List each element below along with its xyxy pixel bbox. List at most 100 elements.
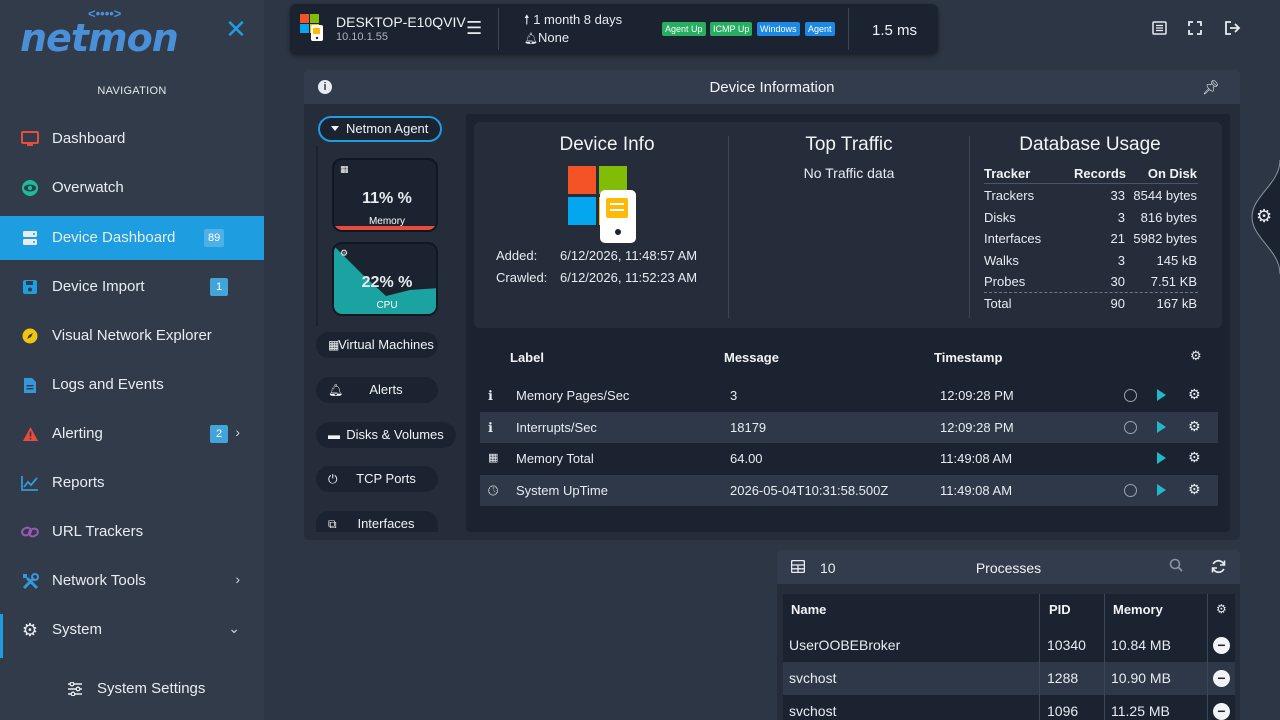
table-settings-icon[interactable]: ⚙ (1190, 348, 1202, 364)
search-icon[interactable] (1169, 558, 1183, 575)
process-name: svchost (789, 703, 837, 719)
db-tracker-name: Trackers (984, 188, 1035, 203)
sidebar-item-reports[interactable]: Reports (0, 461, 264, 505)
alerts-value: None (537, 30, 570, 45)
table-row[interactable]: ℹ Memory Pages/Sec 3 12:09:28 PM ⚙ (480, 380, 1218, 411)
info-icon: ℹ (488, 388, 493, 403)
play-icon[interactable] (1157, 389, 1166, 401)
play-icon[interactable] (1157, 420, 1166, 433)
probe-message: 3 (730, 388, 738, 403)
table-row[interactable]: 🕓︎ System UpTime 2026-05-04T10:31:58.500Z 1… (480, 475, 1218, 507)
table-row[interactable]: UserOOBEBroker 10340 10.84 MB − (783, 629, 1235, 662)
tools-icon (20, 571, 40, 591)
sidebar-item-overwatch[interactable]: Overwatch (0, 166, 264, 210)
db-disk-size: 7.51 KB (1150, 274, 1197, 290)
divider (498, 8, 499, 50)
table-row[interactable]: svchost 1288 10.90 MB − (783, 662, 1235, 695)
monitor-icon (20, 129, 40, 149)
logout-icon[interactable] (1224, 21, 1242, 39)
link-icon (20, 522, 40, 542)
sidebar-item-visual-network-explorer[interactable]: Visual Network Explorer (0, 314, 264, 358)
proc-header-memory[interactable]: Memory (1113, 602, 1163, 617)
play-icon[interactable] (1157, 484, 1166, 497)
panel-header: i Device Information 📌︎ (304, 70, 1240, 104)
refresh-icon[interactable] (1211, 559, 1226, 579)
row-settings-icon[interactable]: ⚙ (1188, 449, 1201, 466)
sidebar-item-device-dashboard[interactable]: Device Dashboard 89 (0, 216, 264, 260)
table-row[interactable]: ▦ Memory Total 64.00 11:49:08 AM ⚙ (480, 443, 1218, 474)
kill-process-icon[interactable]: − (1213, 670, 1230, 687)
sidebar-item-logs-and-events[interactable]: Logs and Events (0, 363, 264, 407)
column-divider (1104, 594, 1105, 720)
chevron-right-icon: › (235, 424, 240, 440)
menu-label: Disks & Volumes (346, 427, 444, 442)
windows-logo-icon (568, 166, 638, 249)
navigation-heading: NAVIGATION (97, 85, 167, 97)
fullscreen-icon[interactable] (1186, 21, 1204, 39)
pin-icon[interactable]: 📌︎ (1202, 79, 1220, 96)
process-name: UserOOBEBroker (789, 637, 901, 653)
process-name: svchost (789, 670, 837, 686)
menu-icon[interactable]: ☰ (466, 18, 482, 39)
netmon-logo[interactable]: <••••> netmon (20, 6, 179, 60)
logo-text: netmon (20, 16, 179, 60)
table-row[interactable]: svchost 1096 11.25 MB − (783, 695, 1235, 720)
table-row[interactable]: ℹ Interrupts/Sec 18179 12:09:28 PM ⚙ (480, 411, 1218, 443)
proc-settings-icon[interactable]: ⚙ (1216, 602, 1227, 616)
device-ip: 10.10.1.55 (336, 31, 388, 43)
sidebar-item-device-import[interactable]: Device Import 1 (0, 265, 264, 309)
proc-header-name[interactable]: Name (791, 602, 826, 617)
settings-drawer-tab[interactable]: ⚙ (1250, 159, 1280, 275)
db-tracker-name: Walks (984, 252, 1019, 268)
db-disk-size: 8544 bytes (1133, 188, 1197, 203)
menu-interfaces[interactable]: ⧉ Interfaces (316, 511, 438, 532)
play-icon[interactable] (1157, 452, 1166, 465)
divider (728, 136, 729, 318)
probe-timestamp: 11:49:08 AM (940, 451, 1013, 467)
device-header-bar: DESKTOP-E10QVIV 10.10.1.55 ☰ 🠕 1 month 8… (290, 4, 938, 54)
kill-process-icon[interactable]: − (1213, 637, 1230, 654)
processes-header: 10 Processes (777, 550, 1240, 584)
probe-timestamp: 12:09:28 PM (940, 388, 1014, 403)
divider (848, 8, 849, 50)
process-pid: 1096 (1047, 703, 1079, 719)
menu-virtual-machines[interactable]: ▦ Virtual Machines (316, 332, 438, 358)
db-disk-size: 145 kB (1156, 252, 1197, 268)
sidebar-item-label: Logs and Events (52, 376, 164, 393)
proc-header-pid[interactable]: PID (1049, 602, 1071, 617)
netmon-agent-toggle[interactable]: Netmon Agent (318, 116, 442, 142)
row-settings-icon[interactable]: ⚙ (1188, 481, 1201, 498)
disk-icon: ▬ (328, 428, 340, 442)
db-tracker-name: Disks (984, 209, 1016, 225)
menu-label: TCP Ports (356, 471, 416, 486)
compass-icon (20, 326, 40, 346)
close-sidebar-icon[interactable]: ✕ (222, 14, 250, 44)
menu-alerts[interactable]: 🔔︎ Alerts (316, 377, 438, 403)
menu-tcp-ports[interactable]: ⏻ TCP Ports (316, 466, 438, 492)
sidebar-item-dashboard[interactable]: Dashboard (0, 117, 264, 161)
bell-icon: 🔔︎ (328, 383, 344, 397)
kill-process-icon[interactable]: − (1213, 703, 1230, 720)
device-summary-card: Device Info Added: 6/12/2026, 11:48:57 A… (474, 122, 1222, 328)
row-settings-icon[interactable]: ⚙ (1188, 418, 1201, 435)
sidebar-item-label: URL Trackers (52, 523, 144, 540)
probe-timestamp: 11:49:08 AM (940, 483, 1013, 499)
eye-icon (20, 178, 40, 198)
sidebar-item-alerting[interactable]: Alerting 2 › (0, 412, 264, 456)
db-record-count: 3 (1117, 209, 1125, 225)
menu-disks-volumes[interactable]: ▬ Disks & Volumes (316, 422, 456, 448)
sidebar-item-url-trackers[interactable]: URL Trackers (0, 510, 264, 554)
sidebar-item-network-tools[interactable]: Network Tools › (0, 559, 264, 603)
memory-caption: Memory (368, 216, 406, 227)
info-icon: ℹ (488, 419, 493, 435)
row-settings-icon[interactable]: ⚙ (1188, 386, 1201, 403)
db-tracker-name: Probes (984, 274, 1026, 290)
ping-latency: 1.5 ms (872, 22, 918, 39)
top-traffic-title: Top Traffic (805, 134, 893, 155)
sidebar-item-system[interactable]: ⚙ System ⌄ (0, 608, 264, 652)
sidebar-item-system-settings[interactable]: System Settings (0, 667, 264, 711)
chevron-right-icon: › (235, 571, 240, 587)
list-view-icon[interactable] (1150, 21, 1168, 39)
chart-line-icon (20, 473, 40, 493)
db-header-on-disk: On Disk (1147, 166, 1197, 181)
